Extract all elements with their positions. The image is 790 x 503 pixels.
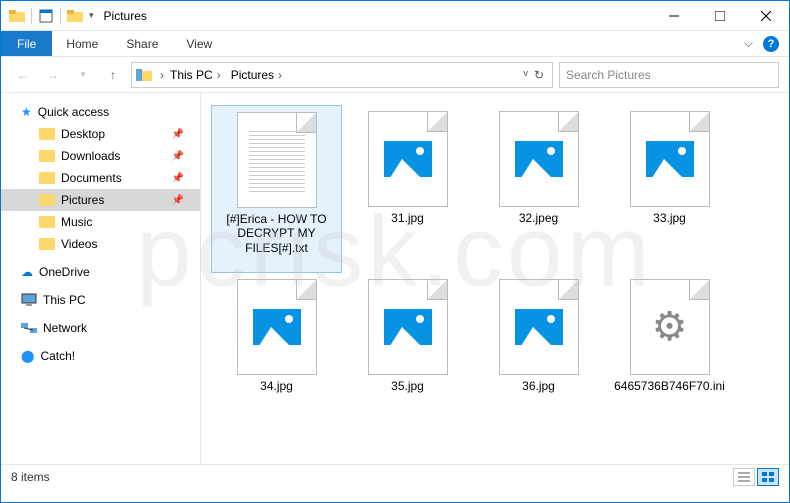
folder-icon xyxy=(39,194,55,206)
file-item[interactable]: 33.jpg xyxy=(604,105,735,273)
titlebar: ▾ Pictures xyxy=(1,1,789,31)
breadcrumb-item[interactable]: This PC xyxy=(166,66,225,84)
file-item[interactable]: 34.jpg xyxy=(211,273,342,441)
pin-icon: 📌 xyxy=(172,129,184,140)
status-text: 8 items xyxy=(11,470,50,484)
file-item[interactable]: 31.jpg xyxy=(342,105,473,273)
pin-icon: 📌 xyxy=(172,195,184,206)
close-button[interactable] xyxy=(743,1,789,31)
folder-icon xyxy=(39,216,55,228)
view-thumbnails-button[interactable] xyxy=(757,468,779,486)
qat-dropdown-icon[interactable]: ▾ xyxy=(89,10,94,21)
file-item[interactable]: 32.jpeg xyxy=(473,105,604,273)
image-file-icon xyxy=(515,309,563,345)
file-item[interactable]: [#]Erica - HOW TO DECRYPT MY FILES[#].tx… xyxy=(211,105,342,273)
file-item[interactable]: 35.jpg xyxy=(342,273,473,441)
breadcrumb-root-icon[interactable] xyxy=(136,67,154,83)
tab-home[interactable]: Home xyxy=(52,31,112,56)
network-icon xyxy=(21,321,37,335)
address-bar: ← → ▾ ↑ This PC Pictures v ↻ Search Pict… xyxy=(1,57,789,93)
file-menu[interactable]: File xyxy=(1,31,52,56)
folder-icon xyxy=(39,238,55,250)
folder-icon xyxy=(39,150,55,162)
sidebar: ★ Quick access Desktop📌 Downloads📌 Docum… xyxy=(1,93,201,464)
sidebar-item-downloads[interactable]: Downloads📌 xyxy=(1,145,200,167)
breadcrumb-item[interactable]: Pictures xyxy=(227,66,286,84)
minimize-button[interactable] xyxy=(651,1,697,31)
image-file-icon xyxy=(515,141,563,177)
tab-share[interactable]: Share xyxy=(112,31,172,56)
sidebar-item-pictures[interactable]: Pictures📌 xyxy=(1,189,200,211)
tab-view[interactable]: View xyxy=(172,31,226,56)
view-details-button[interactable] xyxy=(733,468,755,486)
image-file-icon xyxy=(384,309,432,345)
file-item[interactable]: 36.jpg xyxy=(473,273,604,441)
breadcrumb[interactable]: This PC Pictures v ↻ xyxy=(131,62,553,88)
ribbon: File Home Share View ⌵ ? xyxy=(1,31,789,57)
sidebar-item-this-pc[interactable]: This PC xyxy=(1,289,200,311)
sidebar-item-videos[interactable]: Videos xyxy=(1,233,200,255)
sidebar-item-catch[interactable]: ⬤Catch! xyxy=(1,345,200,367)
qat-properties-icon[interactable] xyxy=(38,8,54,24)
folder-icon xyxy=(9,8,25,24)
image-file-icon xyxy=(646,141,694,177)
breadcrumb-dropdown-icon[interactable]: v xyxy=(523,68,528,82)
sidebar-item-network[interactable]: Network xyxy=(1,317,200,339)
file-grid: [#]Erica - HOW TO DECRYPT MY FILES[#].tx… xyxy=(201,93,789,464)
sidebar-item-documents[interactable]: Documents📌 xyxy=(1,167,200,189)
catch-icon: ⬤ xyxy=(21,349,34,363)
image-file-icon xyxy=(253,309,301,345)
star-icon: ★ xyxy=(21,105,32,119)
sidebar-item-music[interactable]: Music xyxy=(1,211,200,233)
forward-button[interactable]: → xyxy=(41,63,65,87)
recent-dropdown-icon[interactable]: ▾ xyxy=(71,63,95,87)
gear-icon: ⚙ xyxy=(646,303,694,351)
pin-icon: 📌 xyxy=(172,173,184,184)
status-bar: 8 items xyxy=(1,464,789,488)
text-file-icon xyxy=(249,128,305,192)
ribbon-expand-icon[interactable]: ⌵ xyxy=(744,36,753,51)
pin-icon: 📌 xyxy=(172,151,184,162)
up-button[interactable]: ↑ xyxy=(101,63,125,87)
sidebar-quick-access[interactable]: ★ Quick access xyxy=(1,101,200,123)
refresh-icon[interactable]: ↻ xyxy=(534,68,544,82)
sidebar-item-desktop[interactable]: Desktop📌 xyxy=(1,123,200,145)
help-icon[interactable]: ? xyxy=(763,36,779,52)
window-title: Pictures xyxy=(104,9,147,23)
pc-icon xyxy=(21,293,37,307)
folder-icon-small xyxy=(67,8,83,24)
file-item[interactable]: ⚙ 6465736B746F70.ini xyxy=(604,273,735,441)
folder-icon xyxy=(39,172,55,184)
sidebar-item-onedrive[interactable]: ☁OneDrive xyxy=(1,261,200,283)
back-button[interactable]: ← xyxy=(11,63,35,87)
folder-icon xyxy=(39,128,55,140)
image-file-icon xyxy=(384,141,432,177)
search-input[interactable]: Search Pictures xyxy=(559,62,779,88)
maximize-button[interactable] xyxy=(697,1,743,31)
cloud-icon: ☁ xyxy=(21,265,33,279)
